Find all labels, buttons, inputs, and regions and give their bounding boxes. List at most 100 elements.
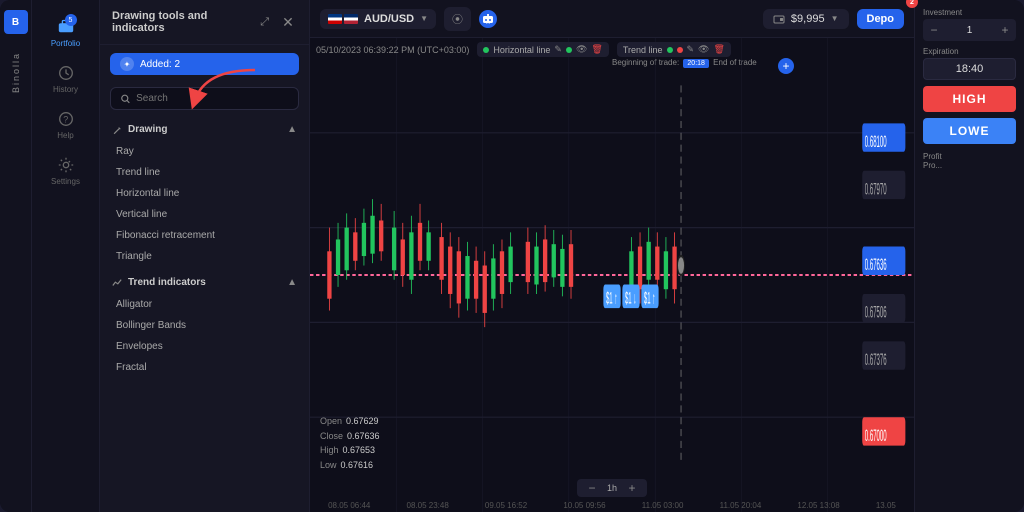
us-flag [344, 14, 358, 24]
currency-selector[interactable]: AUD/USD ▼ [320, 9, 436, 29]
search-box [110, 87, 299, 110]
drawing-section-header[interactable]: Drawing ▲ [100, 118, 309, 141]
indicators-bars-icon: ⦿ [452, 11, 463, 27]
drawing-section-title: Drawing [112, 124, 167, 135]
investment-decrease-button[interactable]: − [923, 19, 945, 41]
tool-alligator[interactable]: Alligator [100, 294, 309, 315]
svg-text:?: ? [63, 115, 68, 125]
tool-triangle[interactable]: Triangle [100, 246, 309, 267]
zoom-interval: 1h [607, 483, 617, 493]
indicators-button[interactable]: ⦿ [444, 7, 471, 31]
robot-icon [482, 13, 494, 25]
svg-text:0.68100: 0.68100 [865, 132, 887, 151]
sidebar-item-help[interactable]: ? Help [32, 102, 99, 148]
edit-icon[interactable]: ✎ [554, 44, 562, 55]
zoom-in-button[interactable]: + [625, 481, 639, 495]
close-panel-icon[interactable]: ✕ [279, 13, 297, 31]
expiration-field: Expiration 18:40 [923, 47, 1016, 80]
trend-line-indicator: Trend line ✎ 👁 🗑 [617, 42, 731, 57]
drawing-section: Drawing ▲ Ray Trend line Horizontal line… [100, 118, 309, 512]
portfolio-badge: 5 [65, 14, 77, 26]
delete-horizontal-icon[interactable]: 🗑 [591, 44, 602, 55]
tool-envelopes[interactable]: Envelopes [100, 336, 309, 357]
eye-icon-2[interactable]: 👁 [698, 44, 709, 55]
edit-icon-2[interactable]: ✎ [687, 44, 695, 55]
investment-value: 1 [945, 25, 994, 36]
chart-time-axis: 08.05 06:44 08.05 23:48 09.05 16:52 10.0… [310, 501, 914, 510]
tool-fractal[interactable]: Fractal [100, 357, 309, 378]
tool-fibonacci[interactable]: Fibonacci retracement [100, 225, 309, 246]
sidebar-item-portfolio[interactable]: 5 Portfolio [32, 8, 99, 56]
currency-chevron-icon: ▼ [420, 14, 428, 23]
trend-icon [112, 278, 122, 288]
chart-background: 05/10/2023 06:39:22 PM (UTC+03:00) Horiz… [310, 38, 914, 512]
nav-sidebar: 5 Portfolio History ? Help Settings [32, 0, 100, 512]
expand-icon[interactable]: ⤢ [260, 16, 269, 29]
delete-trend-icon[interactable]: 🗑 [713, 44, 724, 55]
green-dot-3 [667, 47, 673, 53]
panel-title: Drawing tools and indicators [112, 10, 260, 34]
trend-indicators-title: Trend indicators [112, 277, 206, 288]
tool-vertical-line[interactable]: Vertical line [100, 204, 309, 225]
investment-stepper: − 1 + [923, 19, 1016, 41]
balance-chevron-icon: ▼ [831, 14, 839, 23]
trend-line-label: Trend line [623, 45, 663, 55]
svg-text:0.67636: 0.67636 [865, 256, 887, 275]
profit-label: Profit Pro... [923, 152, 1016, 170]
svg-text:0.67970: 0.67970 [865, 180, 887, 199]
green-dot-2 [566, 47, 572, 53]
chart-ohlc: Open0.67629 Close0.67636 High0.67653 Low… [320, 414, 380, 472]
added-badge[interactable]: ✦ Added: 2 [110, 53, 299, 75]
investment-field: Investment − 1 + [923, 8, 1016, 41]
sidebar-item-settings[interactable]: Settings [32, 148, 99, 194]
horizontal-line-indicator: Horizontal line ✎ 👁 🗑 [477, 42, 608, 57]
settings-icon [57, 156, 75, 174]
drawing-chevron-icon: ▲ [287, 124, 297, 135]
trend-chevron-icon: ▲ [287, 277, 297, 288]
svg-text:$1 ↓: $1 ↓ [625, 289, 636, 308]
main-container: B Binolla 5 Portfolio History [0, 0, 1024, 512]
red-dot [677, 47, 683, 53]
chart-header: AUD/USD ▼ ⦿ 2 [310, 0, 914, 38]
brand-sidebar: B Binolla [0, 0, 32, 512]
zoom-out-button[interactable]: − [585, 481, 599, 495]
investment-increase-button[interactable]: + [994, 19, 1016, 41]
search-input[interactable] [136, 93, 288, 104]
chart-toolbar: 05/10/2023 06:39:22 PM (UTC+03:00) Horiz… [316, 42, 731, 57]
balance-value: $9,995 [791, 13, 825, 25]
search-icon [121, 94, 130, 104]
tool-horizontal-line[interactable]: Horizontal line [100, 183, 309, 204]
pencil-icon [112, 125, 122, 135]
high-button[interactable]: HIGH [923, 86, 1016, 112]
chart-timestamp: 05/10/2023 06:39:22 PM (UTC+03:00) [316, 45, 469, 55]
aud-usd-flags [328, 14, 358, 24]
au-flag [328, 14, 342, 24]
help-icon: ? [57, 110, 75, 128]
added-badge-icon: ✦ [120, 57, 134, 71]
balance-button[interactable]: $9,995 ▼ [763, 9, 849, 29]
tool-ray[interactable]: Ray [100, 141, 309, 162]
svg-text:0.67376: 0.67376 [865, 350, 887, 369]
robot-badge[interactable]: 2 [479, 10, 497, 28]
svg-text:0.67506: 0.67506 [865, 303, 887, 322]
deposit-button[interactable]: Depo [857, 9, 905, 29]
portfolio-icon-wrap: 5 [57, 16, 75, 36]
low-button[interactable]: LOWE [923, 118, 1016, 144]
sidebar-item-history[interactable]: History [32, 56, 99, 102]
svg-text:$1 ↑: $1 ↑ [606, 289, 617, 308]
trend-indicators-header[interactable]: Trend indicators ▲ [100, 271, 309, 294]
green-dot [483, 47, 489, 53]
svg-text:$1 ↑: $1 ↑ [644, 289, 655, 308]
zoom-controls: − 1h + [577, 479, 647, 497]
drawing-tools-panel: Drawing tools and indicators ⤢ ✕ ✦ Added… [100, 0, 310, 512]
right-panel: Investment − 1 + Expiration 18:40 HIGH L… [914, 0, 1024, 512]
tool-bollinger[interactable]: Bollinger Bands [100, 315, 309, 336]
eye-icon[interactable]: 👁 [576, 44, 587, 55]
brand-name: Binolla [11, 52, 21, 93]
tool-trend-line[interactable]: Trend line [100, 162, 309, 183]
wallet-icon [773, 13, 785, 25]
investment-label: Investment [923, 8, 1016, 17]
expiration-value: 18:40 [923, 58, 1016, 80]
chart-area: AUD/USD ▼ ⦿ 2 [310, 0, 914, 512]
history-icon [57, 64, 75, 82]
